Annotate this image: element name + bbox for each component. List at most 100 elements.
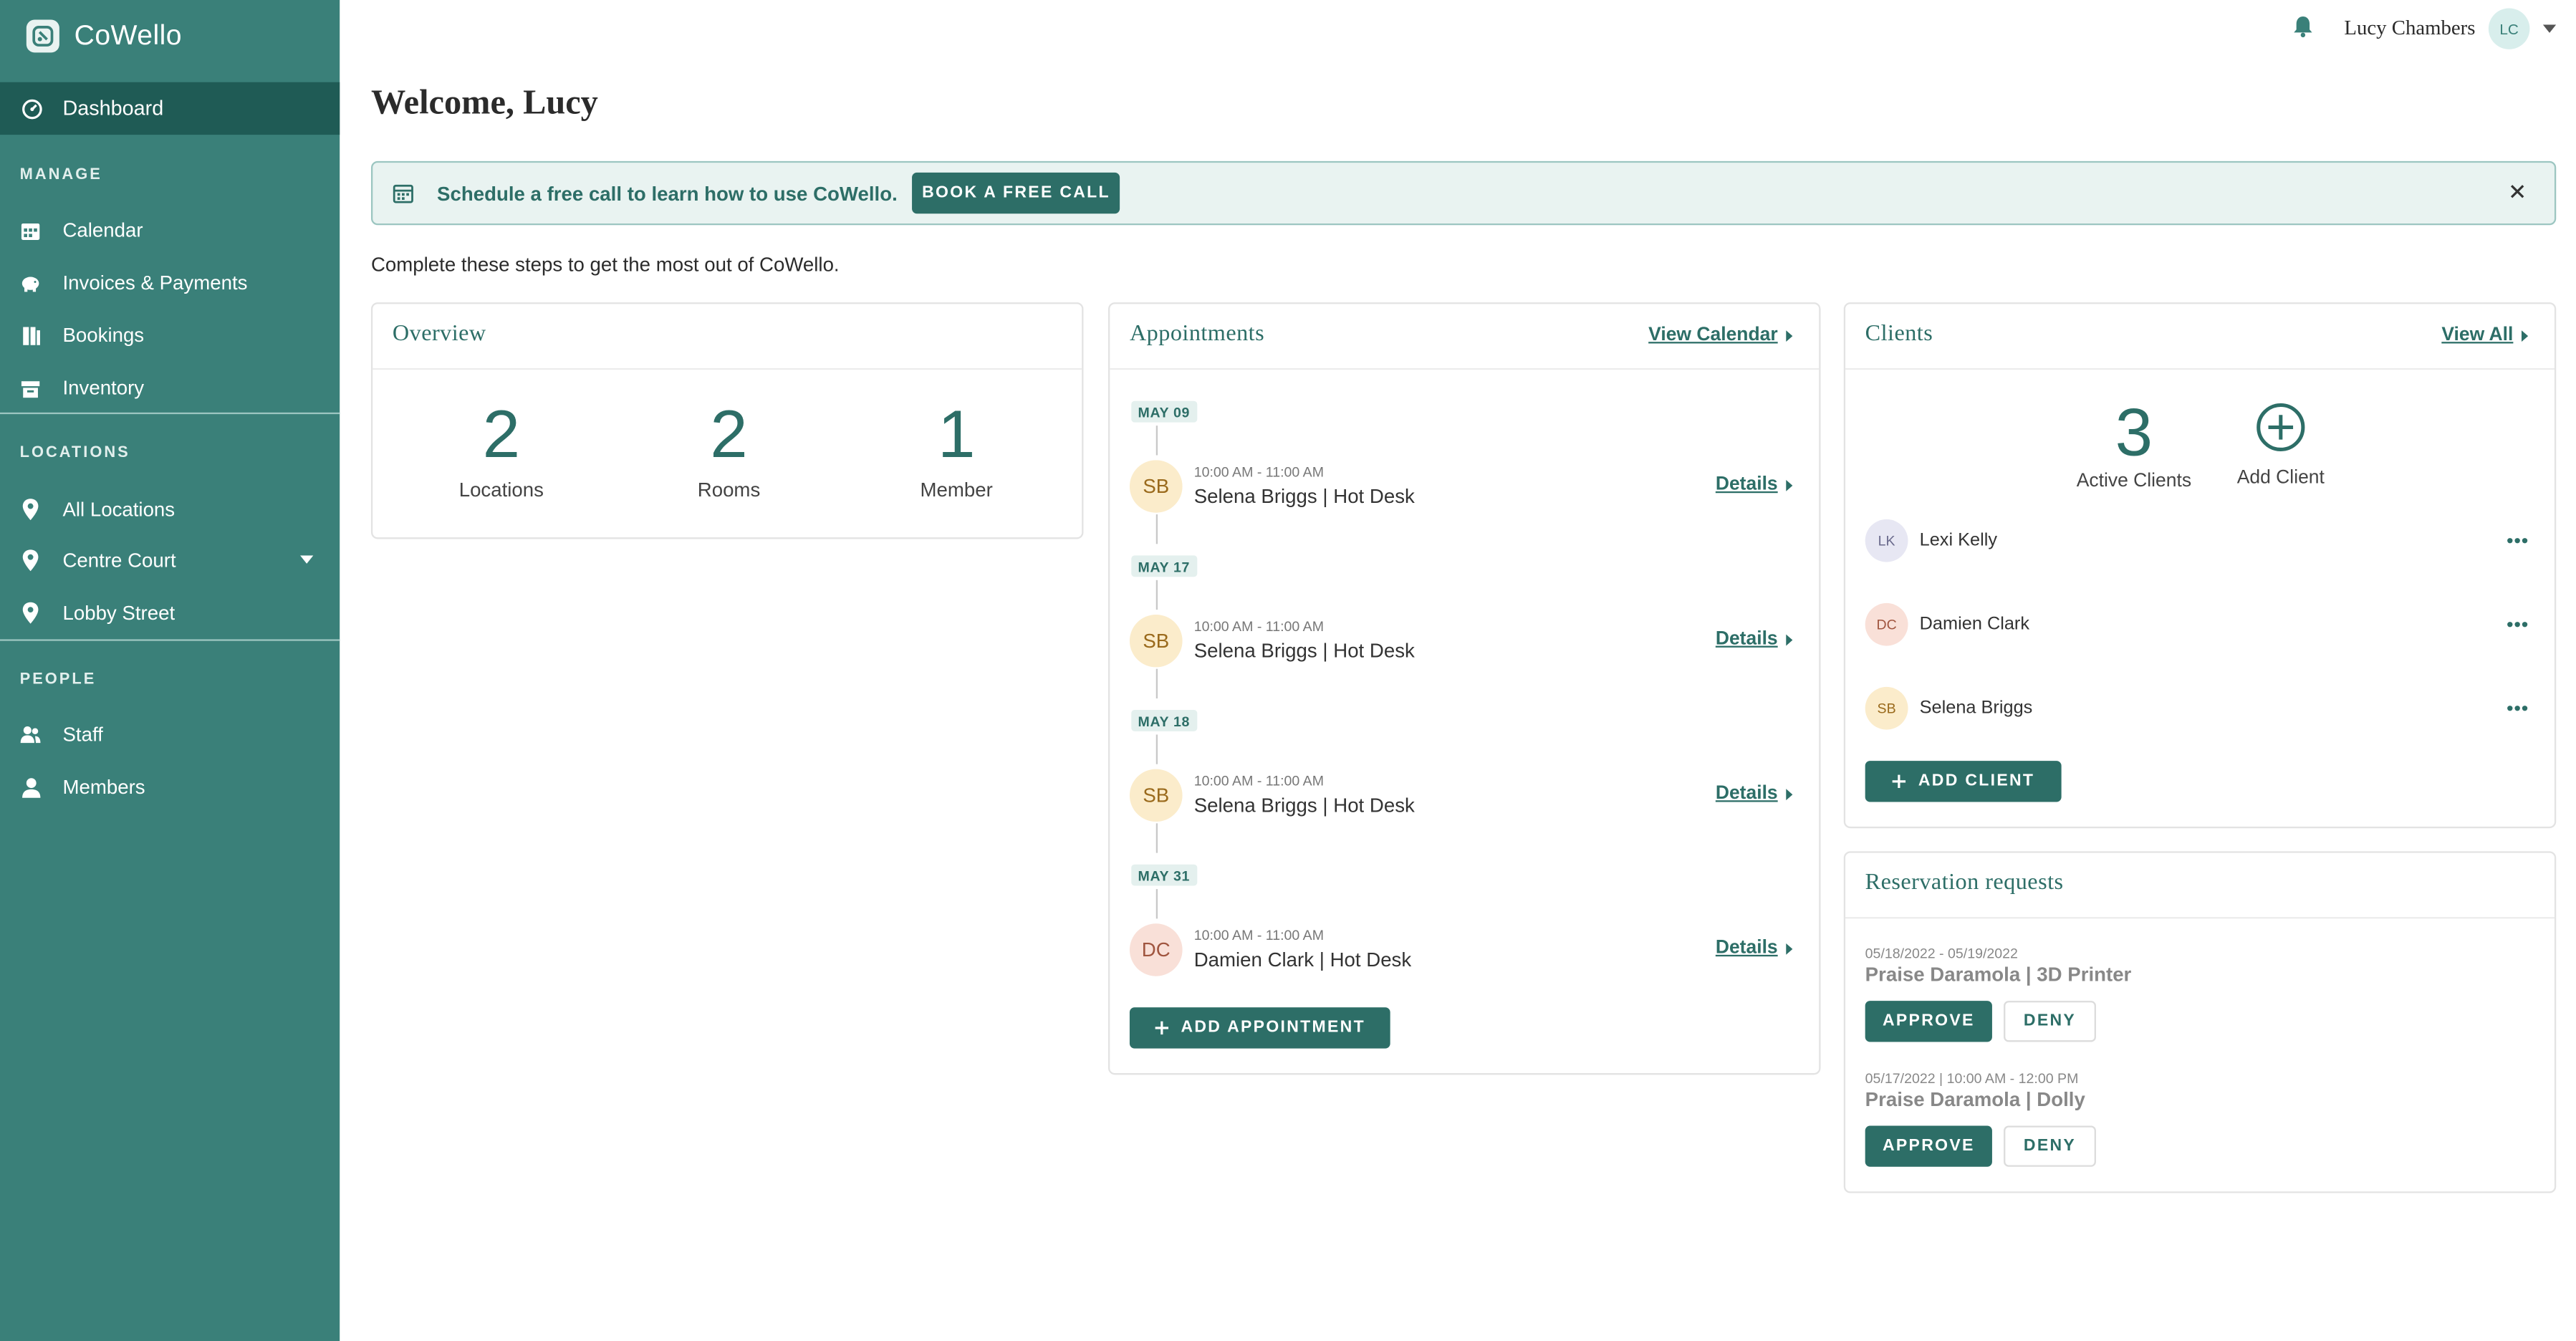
approve-button[interactable]: APPROVE — [1865, 1001, 1992, 1042]
sidebar-item-invoices[interactable]: Invoices & Payments — [0, 259, 340, 305]
appointment-time: 10:00 AM - 11:00 AM — [1193, 463, 1325, 480]
map-pin-icon — [20, 499, 42, 521]
details-link[interactable]: Details — [1716, 475, 1793, 495]
plus-icon — [1155, 1021, 1170, 1036]
close-icon[interactable] — [2510, 184, 2525, 199]
sidebar-item-calendar[interactable]: Calendar — [0, 207, 340, 253]
page-title: Welcome, Lucy — [370, 82, 598, 122]
appointment-title: Selena Briggs | Hot Desk — [1193, 639, 1415, 663]
appointment-title: Selena Briggs | Hot Desk — [1193, 794, 1415, 817]
card-title: Clients — [1865, 322, 1933, 347]
card-title: Overview — [392, 322, 486, 347]
avatar: SB — [1129, 769, 1183, 822]
add-client-shortcut[interactable]: Add Client — [2218, 403, 2343, 488]
details-link[interactable]: Details — [1716, 784, 1793, 804]
more-options-icon[interactable] — [2507, 621, 2528, 628]
stat-value: 3 — [2115, 394, 2153, 471]
list-item[interactable]: LK Lexi Kelly — [1865, 516, 2528, 565]
details-label: Details — [1715, 784, 1778, 804]
deny-button[interactable]: DENY — [2004, 1001, 2096, 1042]
caret-right-icon — [1786, 942, 1793, 954]
inventory-icon — [20, 377, 42, 398]
book-free-call-button[interactable]: BOOK A FREE CALL — [912, 172, 1120, 214]
list-item[interactable]: DC Damien Clark — [1865, 600, 2528, 649]
reservation-title: Praise Daramola | 3D Printer — [1865, 963, 2132, 986]
add-appointment-button[interactable]: ADD APPOINTMENT — [1129, 1007, 1390, 1049]
timeline-line — [1155, 734, 1158, 764]
avatar: DC — [1865, 602, 1908, 646]
caret-right-icon — [2521, 329, 2529, 342]
date-badge: MAY 17 — [1131, 555, 1197, 577]
appointments-card: Appointments View Calendar MAY 09 SB 10:… — [1108, 302, 1821, 1075]
clients-card: Clients View All 3 Active Clients Add Cl… — [1843, 302, 2557, 829]
plus-circle-icon — [2218, 403, 2343, 452]
active-clients-stat[interactable]: 3 Active Clients — [2060, 396, 2208, 491]
caret-down-icon[interactable] — [299, 555, 314, 564]
sidebar: CoWello Dashboard MANAGE Calendar Invoic… — [0, 0, 340, 1341]
sidebar-item-all-locations[interactable]: All Locations — [0, 486, 340, 532]
piggy-bank-icon — [20, 272, 42, 294]
timeline-line — [1155, 580, 1158, 610]
sidebar-item-members[interactable]: Members — [0, 764, 340, 810]
sidebar-item-centre-court[interactable]: Centre Court — [0, 537, 340, 583]
member-icon — [20, 777, 42, 798]
view-calendar-link[interactable]: View Calendar — [1648, 325, 1793, 345]
stat-locations[interactable]: 2 Locations — [419, 396, 584, 501]
map-pin-icon — [20, 549, 42, 572]
date-badge: MAY 09 — [1131, 400, 1197, 423]
overview-card: Overview 2 Locations 2 Rooms 1 Member — [370, 302, 1084, 539]
bell-icon[interactable] — [2292, 15, 2314, 38]
details-link[interactable]: Details — [1716, 938, 1793, 958]
dashboard-icon — [21, 97, 43, 119]
caret-right-icon — [1786, 329, 1793, 342]
sidebar-item-inventory[interactable]: Inventory — [0, 365, 340, 410]
appointment-title: Selena Briggs | Hot Desk — [1193, 484, 1415, 508]
details-label: Details — [1715, 474, 1778, 495]
brand[interactable]: CoWello — [26, 19, 182, 53]
sidebar-item-bookings[interactable]: Bookings — [0, 312, 340, 358]
sidebar-item-lobby-street[interactable]: Lobby Street — [0, 590, 340, 636]
reservation-date: 05/17/2022 | 10:00 AM - 12:00 PM — [1865, 1070, 2079, 1087]
sidebar-item-dashboard[interactable]: Dashboard — [0, 82, 340, 135]
caret-right-icon — [1786, 479, 1793, 491]
card-header: Appointments View Calendar — [1110, 304, 1820, 370]
section-label-manage: MANAGE — [19, 165, 102, 184]
link-label: View Calendar — [1648, 325, 1778, 345]
more-options-icon[interactable] — [2507, 705, 2528, 711]
stat-rooms[interactable]: 2 Rooms — [646, 396, 811, 501]
calendar-icon — [393, 183, 414, 204]
stat-value: 2 — [710, 395, 748, 472]
timeline-line — [1155, 668, 1158, 698]
user-menu[interactable]: Lucy Chambers LC — [2344, 8, 2557, 49]
add-client-button[interactable]: ADD CLIENT — [1865, 761, 2062, 802]
sidebar-item-label: Staff — [62, 723, 103, 746]
view-all-link[interactable]: View All — [2441, 325, 2529, 345]
stat-label: Locations — [458, 478, 544, 501]
avatar: SB — [1129, 614, 1183, 668]
client-name: Selena Briggs — [1919, 698, 2033, 718]
more-options-icon[interactable] — [2507, 537, 2528, 544]
sidebar-item-staff[interactable]: Staff — [0, 711, 340, 757]
stat-members[interactable]: 1 Member — [874, 396, 1039, 501]
free-call-banner: Schedule a free call to learn how to use… — [370, 160, 2557, 226]
reservation-requests-card: Reservation requests 05/18/2022 - 05/19/… — [1843, 851, 2557, 1193]
plus-icon — [1892, 774, 1907, 789]
details-link[interactable]: Details — [1716, 630, 1793, 649]
stat-label: Rooms — [697, 478, 761, 501]
deny-button[interactable]: DENY — [2004, 1125, 2096, 1167]
reservation-date: 05/18/2022 - 05/19/2022 — [1865, 945, 2018, 962]
sidebar-divider — [0, 639, 340, 641]
appointment-time: 10:00 AM - 11:00 AM — [1193, 926, 1325, 943]
stat-label: Member — [920, 478, 993, 501]
caret-down-icon — [2542, 24, 2557, 33]
staff-icon — [20, 724, 42, 746]
intro-text: Complete these steps to get the most out… — [370, 253, 840, 277]
sidebar-item-label: Dashboard — [62, 97, 164, 120]
avatar: SB — [1129, 460, 1183, 513]
bookings-icon — [20, 325, 42, 346]
appointment-time: 10:00 AM - 11:00 AM — [1193, 772, 1325, 789]
sidebar-item-label: Inventory — [62, 376, 145, 400]
appointment-title: Damien Clark | Hot Desk — [1193, 948, 1412, 971]
approve-button[interactable]: APPROVE — [1865, 1125, 1992, 1167]
list-item[interactable]: SB Selena Briggs — [1865, 683, 2528, 733]
